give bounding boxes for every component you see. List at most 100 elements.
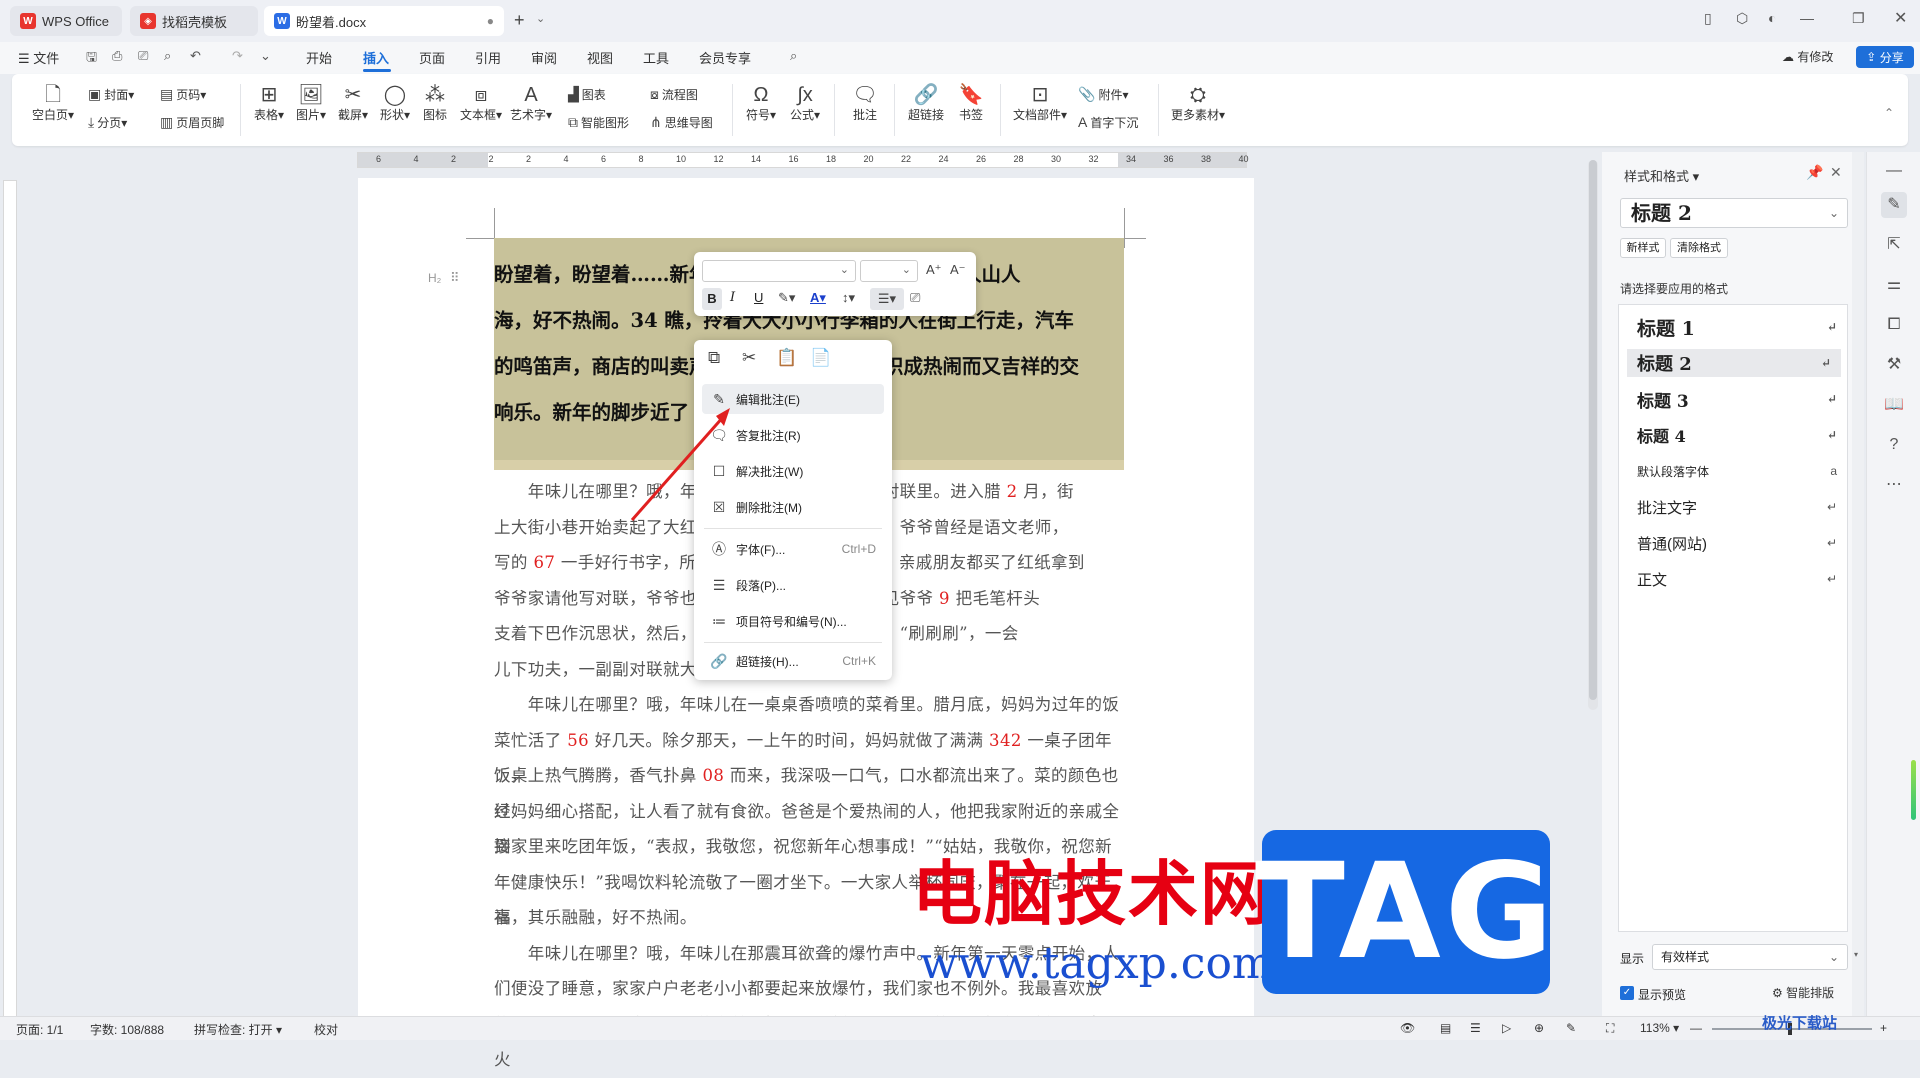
style-item[interactable]: 普通(网站) ↵ [1637,529,1837,557]
tab-wps-office[interactable]: W WPS Office [10,6,122,36]
layout-icon[interactable]: ▯ [1704,10,1712,27]
minimize-icon[interactable]: — [1800,10,1814,26]
paste-icon[interactable]: 📋 [776,348,797,368]
tools-icon[interactable]: ⚒ [1881,352,1907,378]
font-color-icon[interactable]: A▾ [810,290,826,306]
search-icon[interactable]: ⌕ [790,48,797,64]
paragraph-item[interactable]: ☰ 段落(P)... [702,570,884,600]
underline-button[interactable]: U [754,290,763,305]
formula-button[interactable]: ∫x 公式▾ [786,84,824,123]
chart-button[interactable]: ▟ 图表 [568,86,606,103]
share-button[interactable]: ⇪ 分享 [1856,46,1914,68]
table-button[interactable]: ⊞ 表格▾ [250,84,288,123]
hyperlink-button[interactable]: 🔗 超链接 [904,84,948,123]
preview-icon[interactable]: ⌕ [164,48,171,64]
clear-format-button[interactable]: 清除格式 [1670,238,1728,258]
new-style-button[interactable]: 新样式 [1620,238,1666,258]
current-style-select[interactable]: 标题 2 ⌄ [1620,198,1848,228]
show-style-select[interactable]: 有效样式 ⌄ [1652,944,1848,970]
menu-reference[interactable]: 引用 [475,48,501,67]
adjust-icon[interactable]: ⚌ [1881,272,1907,298]
menu-insert[interactable]: 插入 [363,48,389,67]
collapse-icon[interactable]: — [1881,158,1907,184]
paste-special-icon[interactable]: 📄 [810,348,831,368]
style-item[interactable]: 标题 1 ↵ [1637,313,1837,341]
collapse-ribbon-icon[interactable]: ⌃ [1884,106,1894,120]
grow-font-icon[interactable]: A⁺ [926,262,942,278]
preview-checkbox[interactable]: ✓ [1620,986,1634,1000]
image-edit-icon[interactable]: ⧠ [1881,312,1907,338]
chevron-down-icon[interactable]: ⌄ [536,12,545,25]
doc-scrollbar[interactable] [1588,160,1598,710]
bookmark-button[interactable]: 🔖 书签 [952,84,990,123]
close-icon[interactable]: ✕ [1894,8,1907,28]
style-item[interactable]: 批注文字 ↵ [1637,493,1837,521]
tab-template[interactable]: ◈ 找稻壳模板 [130,6,258,36]
export-icon[interactable]: ⎙ [112,48,122,64]
page-break-button[interactable]: ⤓ 分页▾ [88,114,127,131]
spell-check[interactable]: 拼写检查: 打开 ▾ [194,1021,282,1038]
copy-icon[interactable]: ⧉ [708,348,720,368]
format-painter-icon[interactable]: ⎚ [910,290,920,306]
write-icon[interactable]: ✎ [1566,1021,1576,1035]
comment-button[interactable]: 🗨 批注 [846,84,884,123]
play-icon[interactable]: ▷ [1502,1021,1511,1035]
picture-button[interactable]: 🖼 图片▾ [292,84,330,123]
style-item[interactable]: 正文 ↵ [1637,565,1837,593]
page-view-icon[interactable]: ▤ [1440,1021,1451,1035]
select-icon[interactable]: ⇱ [1881,232,1907,258]
menu-member[interactable]: 会员专享 [699,48,751,67]
style-item[interactable]: 标题 3 ↵ [1637,385,1837,413]
bullets-item[interactable]: ≔ 项目符号和编号(N)... [702,606,884,636]
more-chevron-icon[interactable]: ⌄ [260,48,271,64]
web-icon[interactable]: ⊕ [1534,1021,1544,1035]
menu-home[interactable]: 开始 [306,48,332,67]
wordart-button[interactable]: A 艺术字▾ [508,84,554,123]
redo-icon[interactable]: ↷ [232,48,243,64]
icon-button[interactable]: ⁂ 图标 [418,84,452,123]
shrink-font-icon[interactable]: A⁻ [950,262,966,278]
avatar[interactable]: ◐ [1768,10,1776,26]
doc-part-button[interactable]: ⊡ 文档部件▾ [1010,84,1070,123]
cover-button[interactable]: ▣ 封面▾ [88,86,134,103]
drag-handle-icon[interactable]: ⠿ [450,270,460,286]
drop-cap-button[interactable]: A 首字下沉 [1078,114,1138,131]
blank-page-button[interactable]: 🗋 空白页▾ [30,84,76,123]
style-item-selected[interactable]: 标题 2 ↵ [1627,349,1841,377]
print-icon[interactable]: ⎚ [138,48,148,64]
menu-review[interactable]: 审阅 [531,48,557,67]
restore-icon[interactable]: ❐ [1852,10,1865,27]
pin-icon[interactable]: 📌 [1806,164,1823,181]
mindmap-button[interactable]: ⋔ 思维导图 [650,114,713,131]
zoom-out-button[interactable]: — [1690,1021,1702,1035]
tab-dot-icon[interactable]: ● [487,14,494,28]
flowchart-button[interactable]: ⧇ 流程图 [650,86,698,103]
menu-tools[interactable]: 工具 [643,48,669,67]
line-spacing-icon[interactable]: ↕▾ [842,290,855,306]
textbox-button[interactable]: ⧈ 文本框▾ [458,84,504,123]
italic-button[interactable]: I [730,290,735,305]
font-size-select[interactable]: ⌄ [860,260,918,282]
page-number-button[interactable]: ▤ 页码▾ [160,86,206,103]
vertical-ruler[interactable] [3,180,17,1020]
word-count[interactable]: 字数: 108/888 [90,1021,164,1038]
more-icon[interactable]: ⋯ [1881,472,1907,498]
align-icon[interactable]: ☰▾ [870,288,904,310]
smart-graphic-button[interactable]: ⧉ 智能图形 [568,114,629,131]
zoom-level[interactable]: 113% ▾ [1640,1021,1679,1035]
style-item[interactable]: 默认段落字体 a [1637,457,1837,485]
pane-scrollbar[interactable]: ▾ [1852,152,1864,1016]
hyperlink-item[interactable]: 🔗 超链接(H)... Ctrl+K [702,646,884,676]
undo-icon[interactable]: ↶ [190,48,201,64]
outline-icon[interactable]: ☰ [1470,1021,1481,1035]
fit-icon[interactable]: ⛶ [1606,1021,1614,1036]
attachment-button[interactable]: 📎 附件▾ [1078,86,1128,103]
highlight-icon[interactable]: ✎▾ [778,290,795,306]
close-icon[interactable]: ✕ [1830,164,1842,181]
proofread[interactable]: 校对 [314,1021,338,1038]
save-icon[interactable]: 🖫 [86,48,97,70]
book-icon[interactable]: 📖 [1881,392,1907,418]
changes-indicator[interactable]: ☁ 有修改 [1782,48,1833,65]
cut-icon[interactable]: ✂ [742,348,756,368]
tab-document[interactable]: W 盼望着.docx ● [264,6,504,36]
